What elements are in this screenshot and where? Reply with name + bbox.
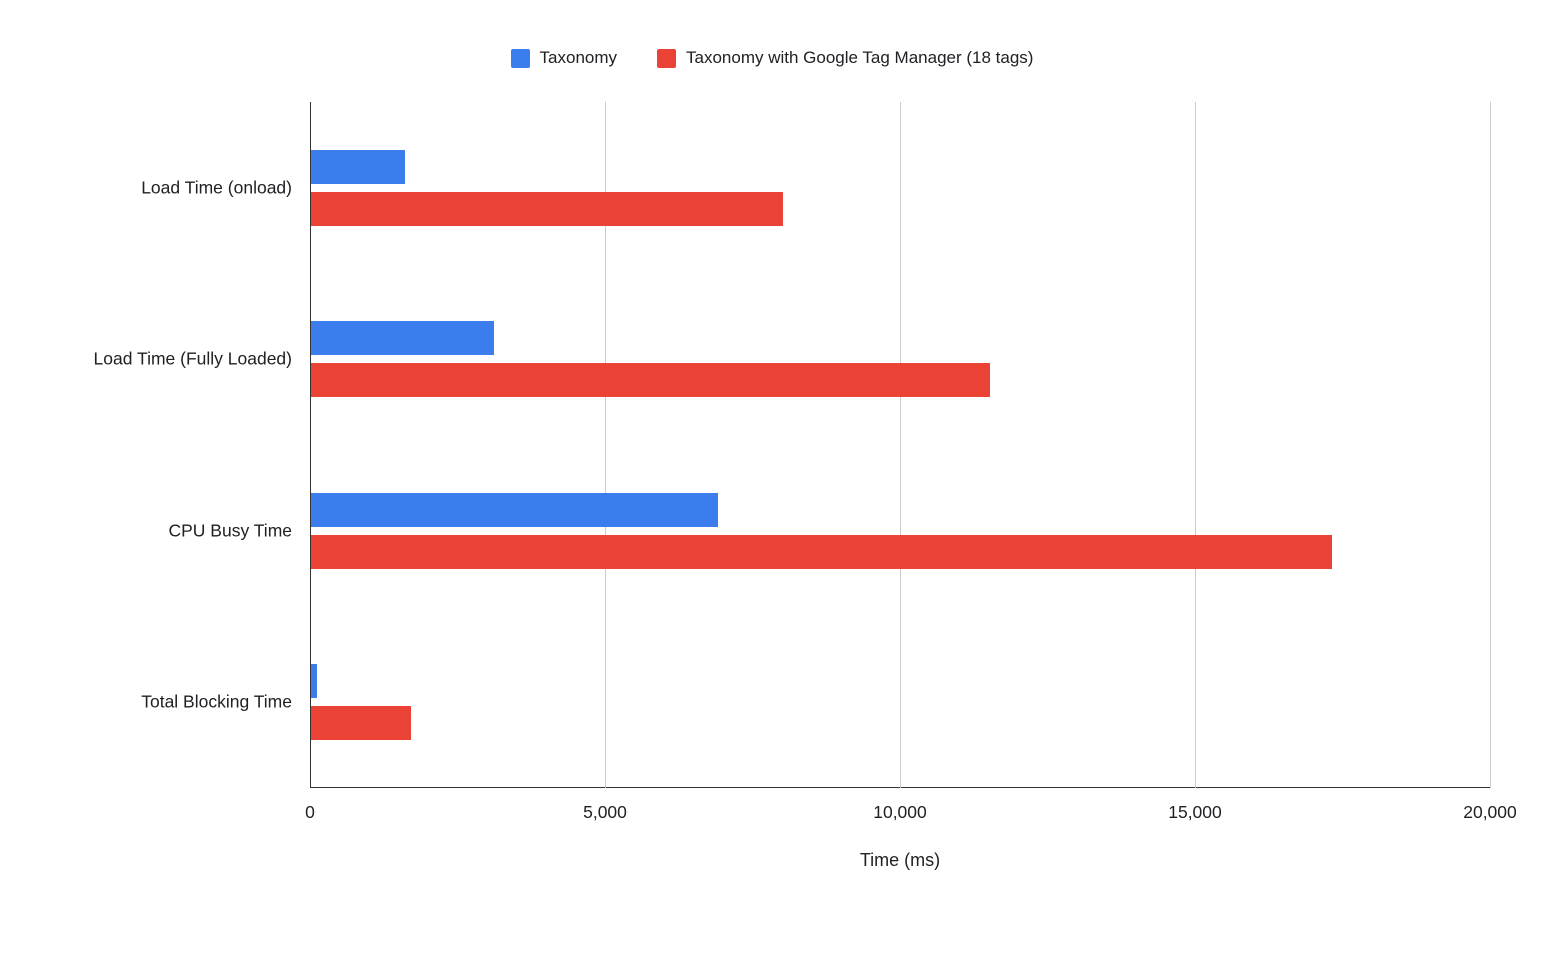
bar-chart: Taxonomy Taxonomy with Google Tag Manage… xyxy=(0,0,1544,956)
gridline xyxy=(1490,102,1491,788)
legend-label: Taxonomy xyxy=(540,48,617,68)
category-label: CPU Busy Time xyxy=(169,520,311,541)
bar xyxy=(311,535,1332,569)
bar xyxy=(311,664,317,698)
gridline xyxy=(1195,102,1196,788)
legend-item: Taxonomy with Google Tag Manager (18 tag… xyxy=(657,48,1033,68)
bar xyxy=(311,363,990,397)
x-axis-title: Time (ms) xyxy=(310,850,1490,871)
x-tick-label: 10,000 xyxy=(873,802,927,823)
x-tick-label: 0 xyxy=(305,802,315,823)
legend-label: Taxonomy with Google Tag Manager (18 tag… xyxy=(686,48,1033,68)
bar xyxy=(311,493,718,527)
x-tick-label: 20,000 xyxy=(1463,802,1517,823)
bar xyxy=(311,192,783,226)
gridline xyxy=(900,102,901,788)
bar xyxy=(311,150,405,184)
x-tick-label: 5,000 xyxy=(583,802,627,823)
category-label: Load Time (Fully Loaded) xyxy=(94,349,310,370)
legend-item: Taxonomy xyxy=(511,48,617,68)
legend: Taxonomy Taxonomy with Google Tag Manage… xyxy=(0,48,1544,68)
plot-area: Time (ms) 05,00010,00015,00020,000Load T… xyxy=(310,102,1490,788)
bar xyxy=(311,321,494,355)
legend-swatch xyxy=(657,49,676,68)
x-tick-label: 15,000 xyxy=(1168,802,1222,823)
legend-swatch xyxy=(511,49,530,68)
bar xyxy=(311,706,411,740)
category-label: Total Blocking Time xyxy=(141,692,310,713)
category-label: Load Time (onload) xyxy=(141,177,310,198)
